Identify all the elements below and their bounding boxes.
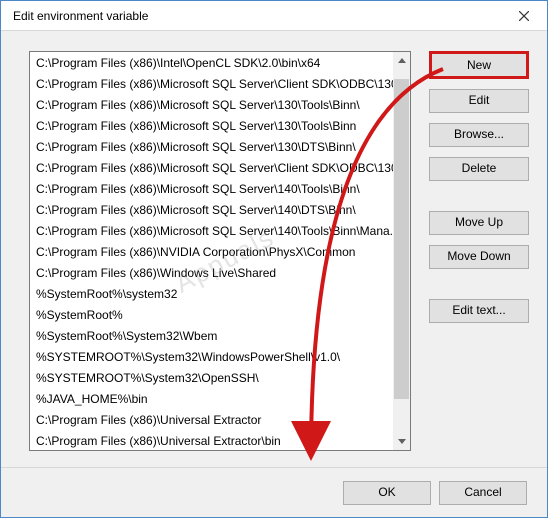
scroll-down-button[interactable] (393, 433, 410, 450)
list-item[interactable]: C:\Program Files (x86)\Universal Extract… (30, 410, 410, 431)
list-item[interactable]: C:\Program Files (x86)\Microsoft SQL Ser… (30, 137, 410, 158)
close-icon (519, 11, 529, 21)
list-item[interactable]: C:\Program Files (x86)\Windows Live\Shar… (30, 263, 410, 284)
move-down-button[interactable]: Move Down (429, 245, 529, 269)
window-title: Edit environment variable (13, 9, 501, 23)
list-item[interactable]: C:\Program Files (x86)\Microsoft SQL Ser… (30, 158, 410, 179)
button-column: New Edit Browse... Delete Move Up Move D… (429, 51, 529, 451)
dialog-footer: OK Cancel (1, 467, 547, 517)
scrollbar[interactable] (393, 52, 410, 450)
scroll-thumb[interactable] (394, 79, 409, 399)
list-item[interactable]: C:\Program Files (x86)\Microsoft SQL Ser… (30, 200, 410, 221)
list-item[interactable]: %JAVA_HOME%\bin (30, 389, 410, 410)
list-item[interactable]: %SYSTEMROOT%\System32\WindowsPowerShell\… (30, 347, 410, 368)
edit-text-button[interactable]: Edit text... (429, 299, 529, 323)
edit-button[interactable]: Edit (429, 89, 529, 113)
list-item[interactable]: %SYSTEMROOT%\System32\OpenSSH\ (30, 368, 410, 389)
path-list-container: C:\Program Files (x86)\Intel\OpenCL SDK\… (29, 51, 411, 451)
chevron-down-icon (398, 439, 406, 444)
list-item[interactable]: %SystemRoot% (30, 305, 410, 326)
dialog-body: C:\Program Files (x86)\Intel\OpenCL SDK\… (1, 31, 547, 467)
list-item[interactable]: C:\Program Files (x86)\Microsoft SQL Ser… (30, 179, 410, 200)
path-listbox[interactable]: C:\Program Files (x86)\Intel\OpenCL SDK\… (30, 52, 410, 450)
browse-button[interactable]: Browse... (429, 123, 529, 147)
scroll-track[interactable] (393, 69, 410, 433)
chevron-up-icon (398, 58, 406, 63)
list-item[interactable]: C:\Program Files (x86)\Universal Extract… (30, 431, 410, 450)
list-item[interactable]: C:\Program Files (x86)\Microsoft SQL Ser… (30, 74, 410, 95)
dialog-window: Edit environment variable C:\Program Fil… (0, 0, 548, 518)
move-up-button[interactable]: Move Up (429, 211, 529, 235)
close-button[interactable] (501, 1, 547, 31)
cancel-button[interactable]: Cancel (439, 481, 527, 505)
list-item[interactable]: %SystemRoot%\system32 (30, 284, 410, 305)
new-button[interactable]: New (429, 51, 529, 79)
list-item[interactable]: C:\Program Files (x86)\Microsoft SQL Ser… (30, 116, 410, 137)
scroll-up-button[interactable] (393, 52, 410, 69)
list-item[interactable]: C:\Program Files (x86)\Intel\OpenCL SDK\… (30, 53, 410, 74)
delete-button[interactable]: Delete (429, 157, 529, 181)
list-item[interactable]: %SystemRoot%\System32\Wbem (30, 326, 410, 347)
ok-button[interactable]: OK (343, 481, 431, 505)
titlebar[interactable]: Edit environment variable (1, 1, 547, 31)
list-item[interactable]: C:\Program Files (x86)\NVIDIA Corporatio… (30, 242, 410, 263)
list-item[interactable]: C:\Program Files (x86)\Microsoft SQL Ser… (30, 95, 410, 116)
list-item[interactable]: C:\Program Files (x86)\Microsoft SQL Ser… (30, 221, 410, 242)
